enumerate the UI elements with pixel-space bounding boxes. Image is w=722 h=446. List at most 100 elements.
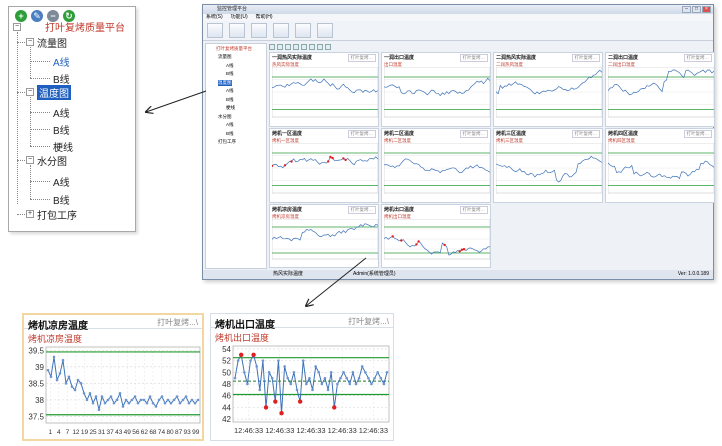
data-point bbox=[382, 382, 386, 386]
tree-group-2[interactable]: 温度图 bbox=[37, 85, 71, 100]
alarm-point bbox=[415, 243, 418, 246]
chart-grid: 一润热风实际温度 打叶复烤… 热风实际温度 一润出口温度 打叶复烤… 出口温度 二润热风实际… bbox=[269, 52, 715, 270]
edit-icon[interactable] bbox=[273, 23, 289, 38]
tree-line bbox=[30, 61, 50, 62]
tree-leaf[interactable]: B线 bbox=[53, 192, 70, 207]
chart-panel[interactable]: 烤机一区温度 打叶复烤… 烤机一区温度 bbox=[269, 128, 379, 203]
chart-panel[interactable]: 烤机三区温度 打叶复烤… 烤机三区温度 bbox=[493, 128, 603, 203]
expand-toggle-icon[interactable]: − bbox=[26, 38, 34, 46]
minimize-button[interactable]: – bbox=[682, 6, 691, 13]
zoom-panel-cooling-room: 烤机凉房温度 打叶复烤...\ 烤机凉房温度 39.5 39 38.5 38 37.5 1… bbox=[22, 313, 204, 441]
view-tool-icon[interactable] bbox=[317, 44, 323, 50]
data-point bbox=[91, 401, 95, 405]
data-point bbox=[329, 371, 333, 374]
panel-title: 烤机凉房温度 bbox=[28, 321, 88, 332]
alarm-point bbox=[273, 399, 278, 404]
app-tree-item[interactable]: 流量图 bbox=[218, 54, 232, 60]
data-point bbox=[370, 382, 373, 386]
chart-panel[interactable]: 二润出口温度 打叶复烤… 二润出口温度 bbox=[605, 52, 715, 127]
data-point bbox=[373, 376, 376, 380]
close-button[interactable]: × bbox=[702, 6, 711, 13]
tree-leaf[interactable]: B线 bbox=[53, 71, 70, 86]
alarm-point bbox=[290, 160, 293, 163]
data-point bbox=[97, 408, 101, 412]
data-point bbox=[55, 378, 59, 382]
view-tool-icon[interactable] bbox=[325, 44, 331, 50]
app-tree-item[interactable]: B线 bbox=[226, 97, 234, 103]
app-tree-item[interactable]: A线 bbox=[226, 122, 234, 128]
menu-item[interactable]: 帮助(H) bbox=[256, 14, 273, 21]
app-tree-item[interactable]: B线 bbox=[226, 131, 234, 137]
data-point bbox=[121, 405, 125, 408]
tree-leaf[interactable]: 梗线 bbox=[53, 139, 73, 154]
chart-panel[interactable]: 烤机四区温度 打叶复烤… 烤机四区温度 bbox=[605, 128, 715, 203]
y-tick-label: 38.5 bbox=[28, 379, 44, 388]
report-icon[interactable] bbox=[251, 23, 267, 38]
add-icon[interactable]: + bbox=[15, 10, 27, 22]
tree-leaf[interactable]: B线 bbox=[53, 122, 70, 137]
data-point bbox=[166, 398, 170, 402]
app-tree-item[interactable]: B线 bbox=[226, 71, 234, 77]
app-tree-item[interactable]: 水分图 bbox=[218, 114, 232, 120]
tree-group-1[interactable]: 流量图 bbox=[37, 35, 67, 50]
app-tree-item[interactable]: A线 bbox=[226, 63, 234, 69]
expand-toggle-icon[interactable]: + bbox=[26, 210, 34, 218]
chart-panel[interactable]: 烤机出口温度 打叶复烤… 烤机出口温度 bbox=[381, 204, 491, 268]
view-tool-icon[interactable] bbox=[293, 44, 299, 50]
data-point bbox=[151, 401, 155, 405]
chart-panel[interactable]: 一润热风实际温度 打叶复烤… 热风实际温度 bbox=[269, 52, 379, 127]
data-point bbox=[317, 371, 321, 374]
data-point bbox=[61, 358, 65, 362]
x-tick-label: 12:46:33 bbox=[359, 426, 388, 435]
cooling-room-chart: 39.5 39 38.5 38 37.5 1 4 7 12 19 25 31 37 43 49 56 62 68 7… bbox=[28, 346, 201, 436]
data-point bbox=[49, 375, 53, 379]
expand-toggle-icon[interactable]: − bbox=[26, 156, 34, 164]
tree-line bbox=[30, 97, 31, 146]
chart-panel[interactable]: 烤机凉房温度 打叶复烤… 烤机凉房温度 bbox=[269, 204, 379, 268]
app-tree-item[interactable]: 打包工序 bbox=[218, 139, 236, 145]
data-point bbox=[196, 398, 200, 402]
menu-item[interactable]: 系统(S) bbox=[206, 14, 223, 21]
view-tool-icon[interactable] bbox=[285, 44, 291, 50]
x-tick-label: 12 bbox=[72, 429, 80, 436]
app-tree-item[interactable]: A线 bbox=[226, 88, 234, 94]
app-tree-item[interactable]: 梗线 bbox=[226, 105, 235, 111]
chart-panel[interactable]: 二润热风实际温度 打叶复烤… 二润热风温度 bbox=[493, 52, 603, 127]
y-tick-label: 52 bbox=[222, 357, 231, 366]
mini-chart bbox=[496, 143, 602, 194]
view-tool-icon[interactable] bbox=[277, 44, 283, 50]
tree-leaf[interactable]: A线 bbox=[53, 105, 70, 120]
data-point bbox=[342, 371, 345, 374]
data-point bbox=[130, 398, 134, 402]
settings-icon[interactable] bbox=[295, 23, 311, 38]
data-point bbox=[339, 376, 342, 380]
view-tool-icon[interactable] bbox=[269, 44, 275, 50]
expand-toggle-icon[interactable]: − bbox=[26, 88, 34, 96]
edit-icon[interactable]: ✎ bbox=[31, 10, 43, 22]
chart-panel[interactable]: 烤机二区温度 打叶复烤… 烤机二区温度 bbox=[381, 128, 491, 203]
tree-root-label[interactable]: 打叶复烤质量平台 bbox=[45, 19, 125, 34]
tree-item-packing[interactable]: 打包工序 bbox=[37, 207, 77, 222]
monitor-icon[interactable] bbox=[317, 23, 333, 38]
data-point bbox=[181, 398, 185, 402]
data-point bbox=[351, 371, 355, 374]
menu-item[interactable]: 功能(U) bbox=[231, 14, 248, 21]
mini-chart bbox=[272, 219, 378, 260]
maximize-button[interactable]: □ bbox=[692, 6, 701, 13]
alarm-point bbox=[331, 156, 334, 160]
x-tick-label: 7 bbox=[66, 429, 70, 436]
data-point bbox=[367, 376, 370, 380]
data-point bbox=[109, 395, 113, 398]
app-tree-item[interactable]: 温度图 bbox=[218, 79, 232, 86]
view-tool-icon[interactable] bbox=[301, 44, 307, 50]
tree-leaf[interactable]: A线 bbox=[53, 54, 70, 69]
tree-leaf[interactable]: A线 bbox=[53, 174, 70, 189]
expand-toggle-icon[interactable]: − bbox=[13, 23, 21, 31]
view-tool-icon[interactable] bbox=[309, 44, 315, 50]
data-point bbox=[323, 376, 327, 380]
app-tree-root[interactable]: 打叶复烤质量平台 bbox=[216, 46, 252, 52]
tree-group-3[interactable]: 水分图 bbox=[37, 153, 67, 168]
chart-icon[interactable] bbox=[207, 23, 223, 38]
bar-chart-icon[interactable] bbox=[229, 23, 245, 38]
chart-panel[interactable]: 一润出口温度 打叶复烤… 出口温度 bbox=[381, 52, 491, 127]
